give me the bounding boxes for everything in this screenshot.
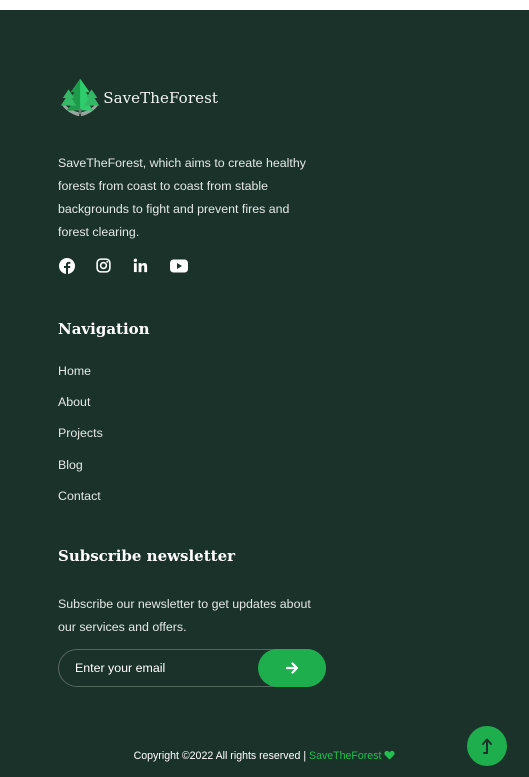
- subscribe-button[interactable]: [258, 649, 326, 687]
- arrow-up-icon: [482, 738, 492, 754]
- copyright: Copyright ©2022 All rights reserved | Sa…: [0, 750, 529, 762]
- about-text: SaveTheForest, which aims to create heal…: [58, 156, 306, 239]
- back-to-top-button[interactable]: [467, 726, 507, 766]
- instagram-icon[interactable]: [95, 257, 112, 274]
- social-links: [58, 257, 188, 274]
- tree-hands-logo-icon: [60, 78, 100, 117]
- newsletter-heading: Subscribe newsletter: [58, 547, 236, 565]
- nav-item-home[interactable]: Home: [58, 363, 103, 394]
- nav-item-projects[interactable]: Projects: [58, 425, 103, 456]
- copyright-brand-link[interactable]: SaveTheForest: [309, 750, 381, 762]
- facebook-icon[interactable]: [58, 257, 75, 274]
- newsletter-form: [58, 649, 326, 687]
- brand-name: SaveTheForest: [103, 89, 218, 107]
- nav-item-blog[interactable]: Blog: [58, 457, 103, 488]
- arrow-right-icon: [285, 662, 298, 674]
- nav-item-contact[interactable]: Contact: [58, 488, 103, 519]
- site-footer: SaveTheForest SaveTheForest, which aims …: [0, 10, 529, 777]
- navigation-heading: Navigation: [58, 320, 150, 338]
- navigation-list: Home About Projects Blog Contact: [58, 363, 103, 519]
- brand-logo[interactable]: SaveTheForest: [58, 75, 218, 121]
- email-input[interactable]: [75, 650, 255, 686]
- newsletter-text: Subscribe our newsletter to get updates …: [58, 597, 311, 634]
- copyright-text: Copyright ©2022 All rights reserved |: [133, 750, 310, 762]
- linkedin-icon[interactable]: [132, 257, 149, 274]
- nav-item-about[interactable]: About: [58, 394, 103, 425]
- youtube-icon[interactable]: [169, 257, 188, 274]
- heart-icon: [384, 750, 395, 760]
